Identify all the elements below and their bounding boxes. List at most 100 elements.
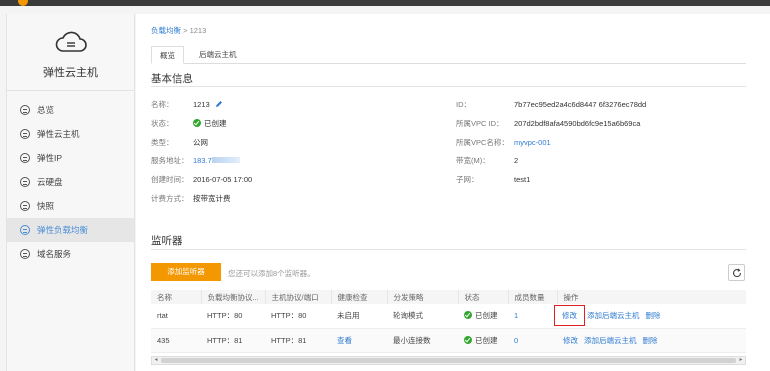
cell-status: 已创建 xyxy=(458,328,508,353)
members-link[interactable]: 0 xyxy=(514,336,518,345)
add-backend-link[interactable]: 添加后端云主机 xyxy=(584,336,637,345)
info-value: 已创建 xyxy=(204,119,227,128)
divider xyxy=(151,249,746,250)
info-label: 带宽(M)： xyxy=(456,156,490,165)
sidebar-header: 弹性云主机 xyxy=(7,14,134,91)
snapshot-icon xyxy=(20,201,30,211)
view-health-link[interactable]: 查看 xyxy=(337,336,352,345)
cell-name: 435 xyxy=(151,328,201,353)
edit-link[interactable]: 修改 xyxy=(563,336,578,345)
info-value: 公网 xyxy=(193,138,208,147)
info-value[interactable]: 183.7 xyxy=(193,156,212,166)
members-link[interactable]: 1 xyxy=(514,311,518,320)
server-icon xyxy=(20,129,30,139)
info-label: 计费方式： xyxy=(151,194,189,203)
info-id: ID： 7b77ec95ed2a4c6d8447 6f3276ec78dd xyxy=(456,100,646,110)
check-icon xyxy=(464,335,472,344)
table-row: rtat HTTP：80 HTTP：80 未启用 轮询模式 已创建 1 修改 添加… xyxy=(151,304,746,329)
sidebar-list: 总览 弹性云主机 弹性IP 云硬盘 快照 弹性负载均衡 域名服务 xyxy=(7,91,134,266)
sidebar-item-overview[interactable]: 总览 xyxy=(7,98,134,122)
sidebar-item-ecs[interactable]: 弹性云主机 xyxy=(7,122,134,146)
cell-members: 0 xyxy=(508,328,557,353)
load-balancer-icon xyxy=(20,225,30,235)
column-header: 主机协议/端口 xyxy=(265,290,332,304)
pencil-icon[interactable] xyxy=(215,100,223,108)
cell-host-protocol: HTTP：80 xyxy=(265,304,331,329)
info-vpc-id: 所属VPC ID： 207d2bdf8afa4590bd6fc9e15a6b69c… xyxy=(456,119,640,129)
scrollbar-thumb[interactable] xyxy=(161,358,736,363)
cell-health-check: 查看 xyxy=(331,328,387,353)
table-row: 435 HTTP：81 HTTP：81 查看 最小连接数 已创建 0 修改 添加后… xyxy=(151,328,746,353)
column-header[interactable]: 负载均衡协议... xyxy=(201,290,266,304)
info-label: ID： xyxy=(456,100,471,109)
listener-table: 名称 负载均衡协议... 主机协议/端口 健康检查 分发策略 状态 成员数量 操… xyxy=(151,290,746,353)
info-value[interactable]: myvpc-001 xyxy=(514,138,551,148)
cell-name: rtat xyxy=(151,304,201,329)
refresh-button[interactable] xyxy=(728,264,745,281)
sidebar-item-eip[interactable]: 弹性IP xyxy=(7,146,134,170)
info-subnet: 子网： test1 xyxy=(456,175,530,185)
sidebar-item-disk[interactable]: 云硬盘 xyxy=(7,170,134,194)
info-vpc-name: 所属VPC名称： myvpc-001 xyxy=(456,138,551,148)
main-content: 负载均衡 > 1213 概览 后端云主机 基本信息 名称： 1213 状态： 已创建… xyxy=(136,14,770,371)
cell-status: 已创建 xyxy=(458,304,508,329)
delete-link[interactable]: 删除 xyxy=(643,336,658,345)
add-backend-link[interactable]: 添加后端云主机 xyxy=(587,311,640,320)
breadcrumb-link-elb[interactable]: 负载均衡 xyxy=(151,26,181,35)
horizontal-scrollbar[interactable]: ◂ ▸ xyxy=(151,356,746,365)
sidebar-item-label: 弹性云主机 xyxy=(37,129,80,139)
info-value: 207d2bdf8afa4590bd6fc9e15a6b69ca xyxy=(514,119,641,128)
sidebar-title: 弹性云主机 xyxy=(43,67,98,79)
column-header: 健康检查 xyxy=(331,290,388,304)
check-icon xyxy=(193,119,201,127)
info-label: 创建时间： xyxy=(151,175,189,184)
breadcrumb: 负载均衡 > 1213 xyxy=(151,25,206,36)
info-status: 状态： 已创建 xyxy=(151,119,227,129)
status-text: 已创建 xyxy=(475,335,498,345)
section-title-basic-info: 基本信息 xyxy=(151,73,193,85)
sidebar-item-dns[interactable]: 域名服务 xyxy=(7,242,134,266)
refresh-icon xyxy=(732,268,742,278)
sidebar-item-snapshot[interactable]: 快照 xyxy=(7,194,134,218)
column-header: 名称 xyxy=(151,290,202,304)
sidebar: 弹性云主机 总览 弹性云主机 弹性IP 云硬盘 快照 弹性负载均衡 域名服务 xyxy=(6,14,135,371)
sidebar-item-elb[interactable]: 弹性负载均衡 xyxy=(7,218,134,242)
highlight-box: 修改 xyxy=(554,305,585,327)
sidebar-item-label: 弹性负载均衡 xyxy=(37,225,89,235)
info-value: 1213 xyxy=(193,100,210,109)
add-listener-button[interactable]: 添加监听器 xyxy=(151,263,221,281)
scroll-left-icon[interactable]: ◂ xyxy=(152,357,160,364)
sidebar-item-label: 弹性IP xyxy=(37,153,63,163)
column-header: 分发策略 xyxy=(387,290,459,304)
sidebar-item-label: 快照 xyxy=(37,201,55,211)
top-bar xyxy=(0,0,770,6)
info-label: 类型： xyxy=(151,138,174,147)
info-address: 服务地址： 183.7 xyxy=(151,156,240,166)
cell-policy: 轮询模式 xyxy=(387,304,458,329)
cloud-server-icon xyxy=(55,31,87,52)
dns-icon xyxy=(20,249,30,259)
sidebar-item-label: 云硬盘 xyxy=(37,177,63,187)
info-value: 2 xyxy=(514,156,519,165)
table-header-row: 名称 负载均衡协议... 主机协议/端口 健康检查 分发策略 状态 成员数量 操… xyxy=(151,290,746,304)
edit-link[interactable]: 修改 xyxy=(562,311,577,320)
delete-link[interactable]: 删除 xyxy=(646,311,661,320)
cell-members: 1 xyxy=(508,304,557,329)
info-label: 名称： xyxy=(151,100,174,109)
info-label: 所属VPC名称： xyxy=(456,138,509,147)
divider xyxy=(151,86,746,87)
tab-backend-servers[interactable]: 后端云主机 xyxy=(191,46,245,64)
redacted-mask xyxy=(211,157,240,163)
info-billing: 计费方式： 按带宽计费 xyxy=(151,194,231,204)
listener-hint: 您还可以添加8个监听器。 xyxy=(228,269,315,278)
logo-icon xyxy=(18,0,28,6)
tab-overview[interactable]: 概览 xyxy=(151,46,184,64)
scroll-right-icon[interactable]: ▸ xyxy=(737,357,745,364)
disk-icon xyxy=(20,177,30,187)
check-icon xyxy=(464,311,472,320)
cell-policy: 最小连接数 xyxy=(387,328,458,353)
info-label: 子网： xyxy=(456,175,479,184)
info-label: 所属VPC ID： xyxy=(456,119,504,128)
breadcrumb-current: 1213 xyxy=(189,26,207,35)
info-value: test1 xyxy=(514,175,531,184)
